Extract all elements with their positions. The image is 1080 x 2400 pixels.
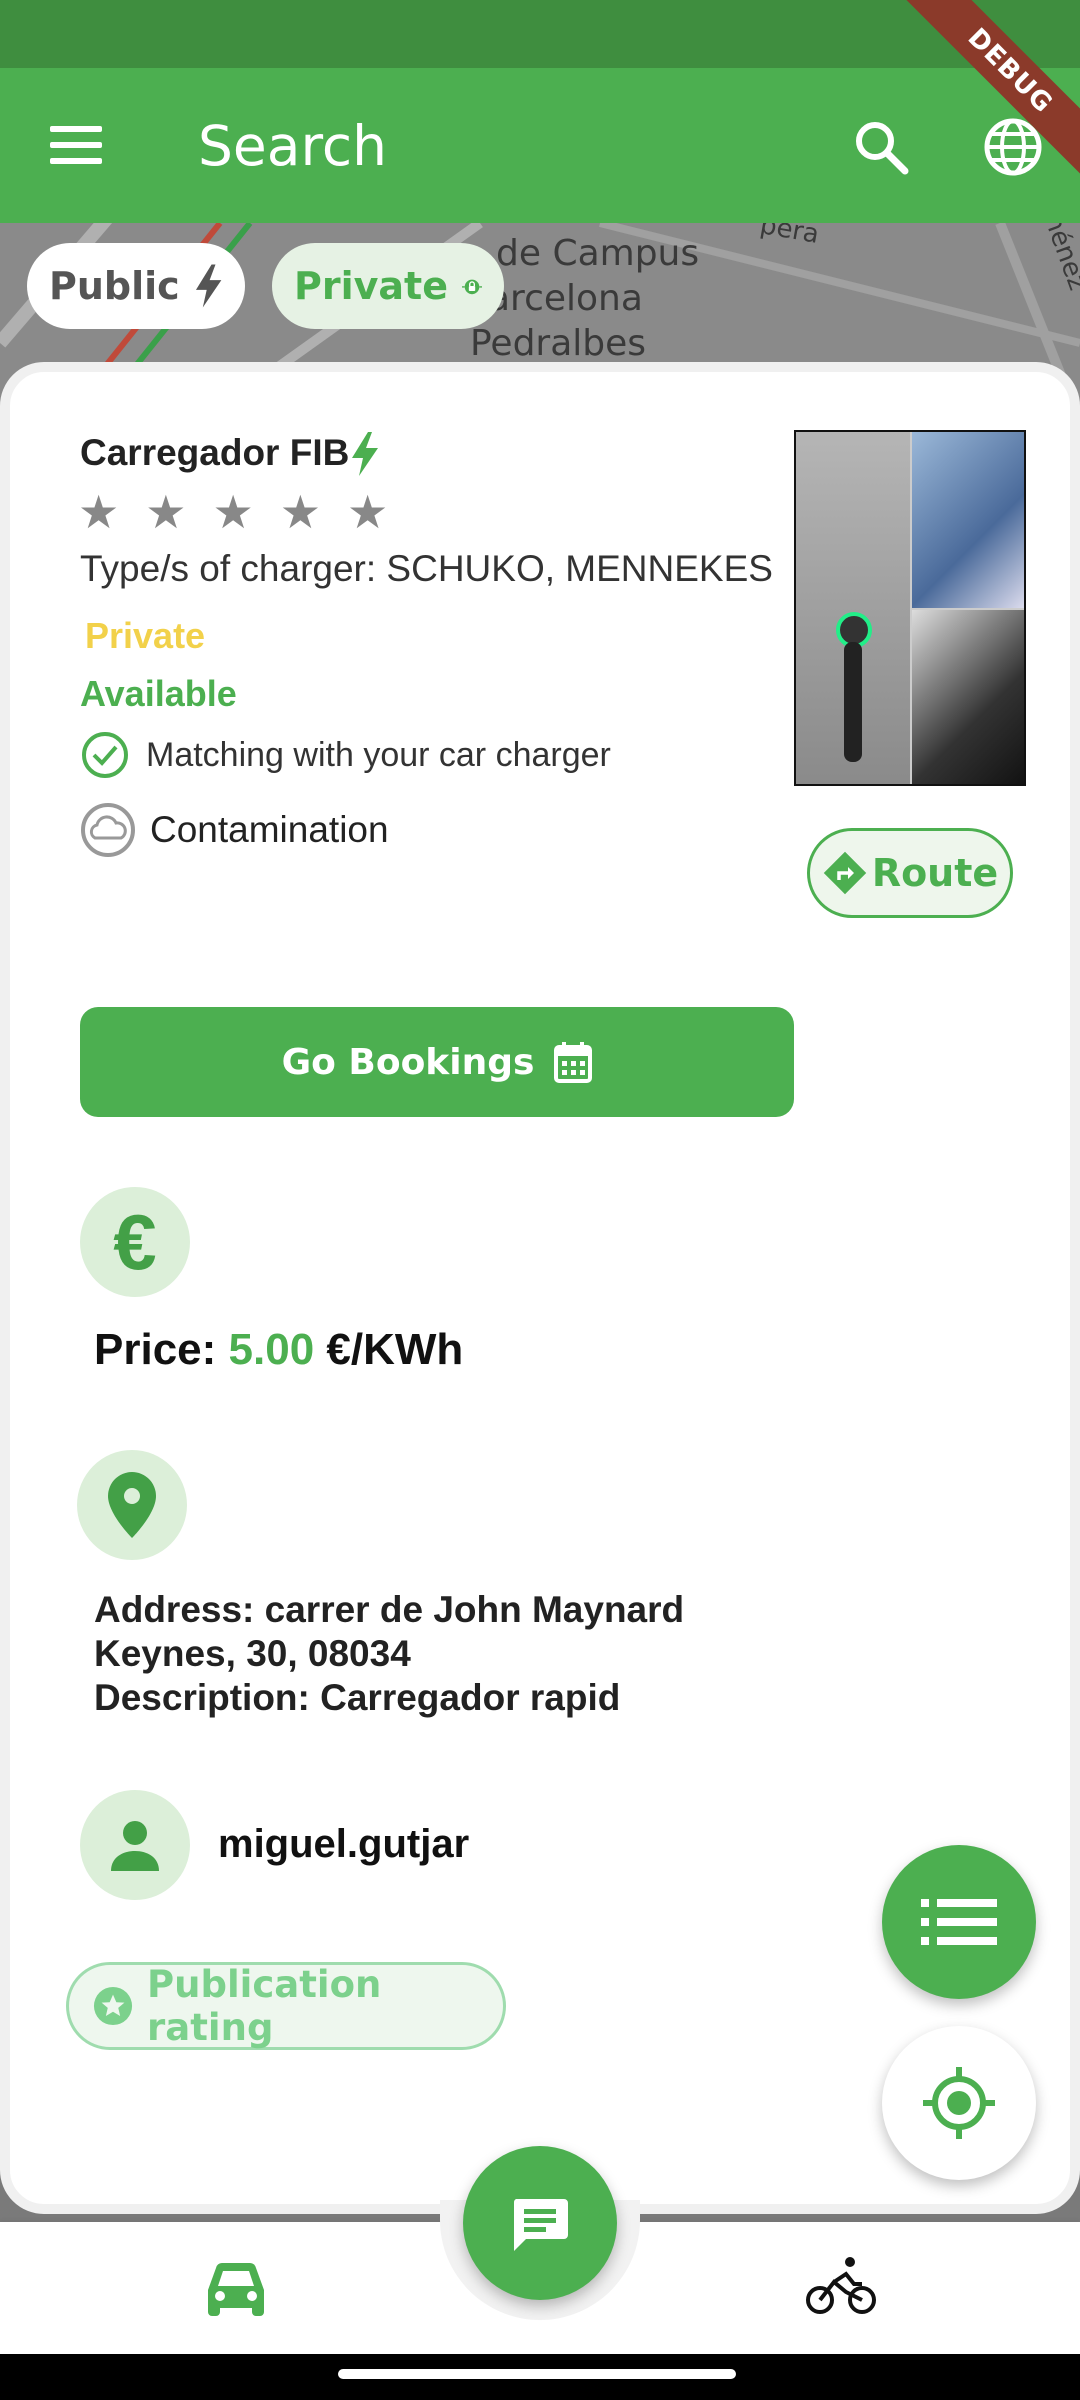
publication-rating-button[interactable]: Publication rating [66, 1962, 506, 2050]
bolt-icon [195, 264, 222, 308]
contamination-row[interactable]: Contamination [80, 802, 389, 858]
publication-rating-label: Publication rating [147, 1963, 382, 2049]
menu-icon[interactable] [50, 126, 102, 166]
search-icon[interactable] [852, 118, 910, 176]
status-label: Available [80, 673, 237, 714]
go-bookings-button[interactable]: Go Bookings [80, 1007, 794, 1117]
bolt-icon [352, 432, 378, 476]
price-value: 5.00 [228, 1325, 315, 1374]
filter-private-label: Private [294, 264, 448, 308]
owner-username[interactable]: miguel.gutjar [218, 1822, 469, 1867]
go-bookings-label: Go Bookings [281, 1041, 535, 1083]
charger-name: Carregador FIB [80, 432, 350, 473]
calendar-icon [554, 1042, 593, 1083]
charger-photo-thumb [912, 610, 1024, 784]
pin-icon [77, 1450, 187, 1560]
app-bar: Search [0, 68, 1080, 223]
map-label: arcelona [488, 278, 643, 319]
rating-stars[interactable]: ★ ★ ★ ★ ★ [78, 488, 388, 536]
locate-icon [923, 2067, 995, 2139]
cloud-icon [81, 803, 135, 857]
map-label: de Campus [496, 233, 700, 274]
route-icon [823, 851, 867, 895]
filter-public-label: Public [49, 264, 180, 308]
star-icon[interactable]: ★ [145, 488, 186, 536]
euro-icon: € [80, 1187, 190, 1297]
access-label: Private [85, 615, 206, 656]
matching-text: Matching with your car charger [146, 735, 611, 774]
chat-icon [513, 2199, 568, 2251]
lock-icon [461, 279, 482, 295]
contamination-text: Contamination [150, 809, 389, 850]
map-label: Pedralbes [470, 323, 647, 364]
star-icon [93, 1986, 133, 2026]
user-icon [80, 1790, 190, 1900]
bike-icon[interactable] [806, 2256, 876, 2316]
address-block: Address: carrer de John Maynard Keynes, … [94, 1588, 734, 1720]
my-location-button[interactable] [882, 2026, 1036, 2180]
list-icon [921, 1899, 997, 1945]
star-icon[interactable]: ★ [213, 488, 254, 536]
route-button[interactable]: Route [807, 828, 1013, 918]
home-indicator[interactable] [338, 2369, 736, 2379]
filter-public-chip[interactable]: Public [27, 243, 245, 329]
car-icon[interactable] [206, 2262, 266, 2316]
star-icon[interactable]: ★ [280, 488, 321, 536]
route-label: Route [871, 851, 999, 895]
price-label: Price: [94, 1325, 217, 1374]
address-text: Address: carrer de John Maynard Keynes, … [94, 1589, 685, 1674]
charger-photo[interactable] [794, 430, 1026, 786]
filter-private-chip[interactable]: Private [272, 243, 504, 329]
charger-type: Type/s of charger: SCHUKO, MENNEKES [80, 548, 773, 589]
price-unit: €/KWh [326, 1325, 464, 1374]
chat-button[interactable] [463, 2146, 617, 2300]
check-circle-icon [82, 732, 128, 778]
list-view-button[interactable] [882, 1845, 1036, 1999]
euro-symbol: € [113, 1198, 157, 1286]
matching-row: Matching with your car charger [80, 730, 611, 780]
star-icon[interactable]: ★ [347, 488, 388, 536]
charger-photo-main [796, 432, 910, 784]
charger-photo-thumb [912, 432, 1024, 608]
description-text: Description: Carregador rapid [94, 1677, 621, 1718]
price-row: Price: 5.00 €/KWh [94, 1325, 463, 1375]
page-title: Search [198, 114, 387, 178]
star-icon[interactable]: ★ [78, 488, 119, 536]
